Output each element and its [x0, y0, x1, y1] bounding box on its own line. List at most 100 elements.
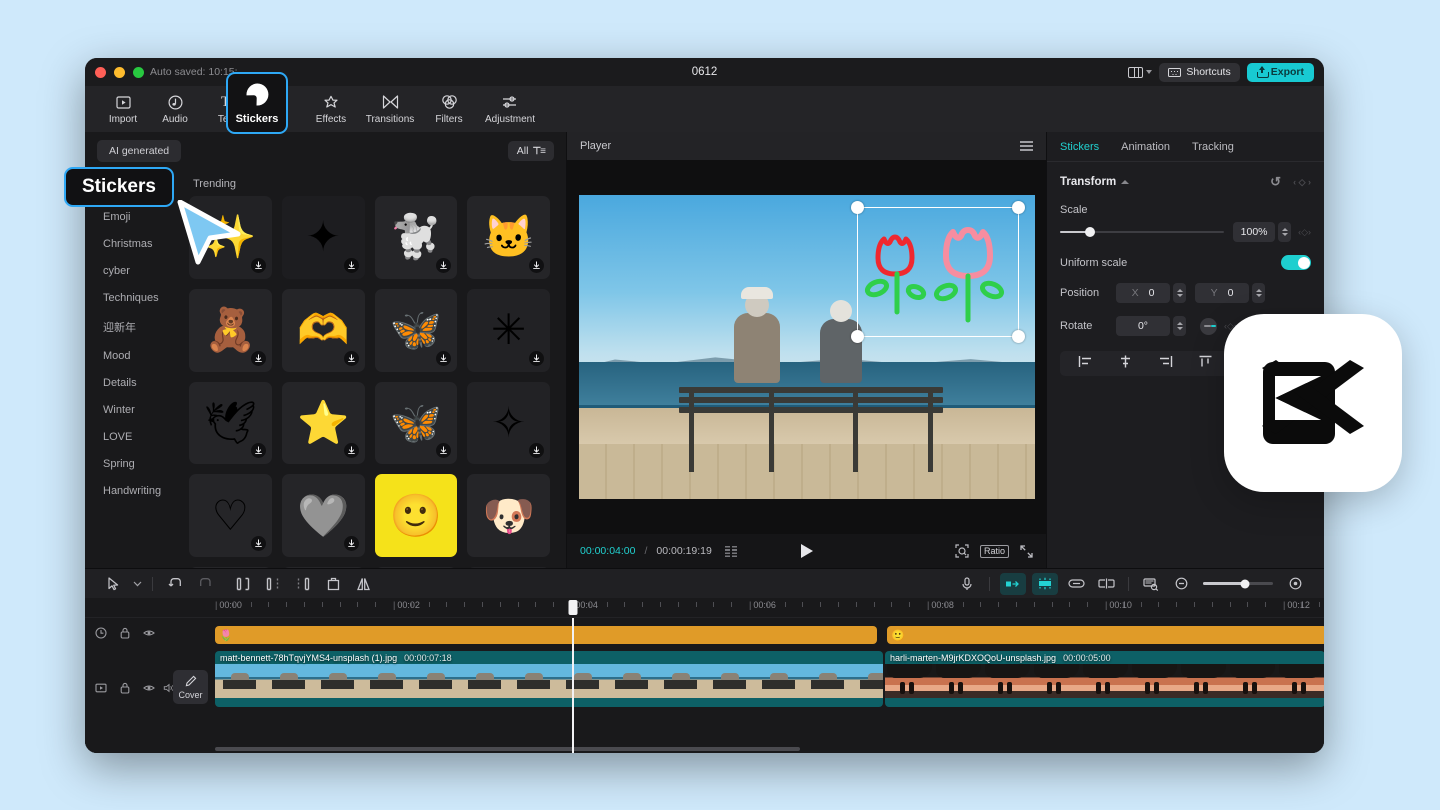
trim-right-icon[interactable]: [288, 573, 318, 595]
sticker-clip-smiley[interactable]: 🙂: [887, 626, 1324, 644]
video-track-icon[interactable]: [95, 681, 107, 699]
download-icon[interactable]: [344, 443, 359, 458]
download-icon[interactable]: [344, 536, 359, 551]
lock-icon-2[interactable]: [119, 681, 131, 699]
maximize-window-button[interactable]: [133, 67, 144, 78]
timeline-track-area[interactable]: 🌷 🙂 matt-bennett-78hTqvjYMS4-unsplash (1…: [215, 618, 1324, 753]
tab-stickers[interactable]: Stickers: [226, 72, 288, 134]
resize-handle-top-left[interactable]: [851, 201, 864, 214]
uniform-scale-toggle[interactable]: [1281, 255, 1311, 270]
scale-slider[interactable]: [1060, 231, 1224, 234]
scale-stepper[interactable]: [1278, 222, 1291, 242]
sticker-item-heart-hands[interactable]: 🫶: [282, 289, 365, 372]
resize-handle-bottom-left[interactable]: [851, 330, 864, 343]
category-new-year-cn[interactable]: 迎新年: [85, 311, 173, 342]
sticker-item-crown-emoji[interactable]: 👑: [375, 567, 458, 568]
resize-handle-bottom-right[interactable]: [1012, 330, 1025, 343]
download-icon[interactable]: [529, 443, 544, 458]
transform-header[interactable]: Transform ↺ ‹ ◇ ›: [1060, 174, 1311, 190]
selected-sticker-bounding-box[interactable]: [857, 207, 1019, 337]
eye-icon-2[interactable]: [143, 681, 155, 699]
align-center-horizontal-icon[interactable]: [1118, 355, 1133, 373]
category-details[interactable]: Details: [85, 369, 173, 396]
undo-icon[interactable]: [160, 573, 190, 595]
sticker-item-cream-cat[interactable]: 🐱: [467, 196, 550, 279]
auto-cut-icon[interactable]: [1000, 573, 1026, 595]
sticker-item-yellow-smiley[interactable]: 🙂: [375, 474, 458, 557]
sticker-item-shiba-dog[interactable]: 🐶: [467, 474, 550, 557]
clock-icon[interactable]: [95, 626, 107, 644]
sticker-item-neon-pink-heart[interactable]: ♡: [189, 474, 272, 557]
category-techniques[interactable]: Techniques: [85, 284, 173, 311]
tab-import[interactable]: Import: [97, 87, 149, 131]
download-icon[interactable]: [436, 258, 451, 273]
tab-transitions[interactable]: Transitions: [357, 87, 423, 131]
download-icon[interactable]: [251, 258, 266, 273]
download-icon[interactable]: [436, 443, 451, 458]
category-cyber[interactable]: cyber: [85, 257, 173, 284]
cursor-select-icon[interactable]: [99, 573, 129, 595]
position-x-field[interactable]: X 0: [1116, 283, 1170, 303]
playhead[interactable]: [572, 618, 574, 753]
ratio-button[interactable]: Ratio: [980, 545, 1009, 558]
play-icon[interactable]: [801, 544, 813, 558]
playhead-grip[interactable]: [568, 600, 577, 615]
sticker-item-white-dove[interactable]: 🕊: [189, 382, 272, 465]
category-christmas[interactable]: Christmas: [85, 230, 173, 257]
tab-stickers-inspector[interactable]: Stickers: [1060, 141, 1099, 153]
layout-switch-button[interactable]: [1128, 67, 1152, 78]
sticker-item-pink-butterfly[interactable]: 🦋: [375, 289, 458, 372]
keyframe-nav[interactable]: ‹ ◇ ›: [1293, 177, 1311, 188]
tab-adjustment[interactable]: Adjustment: [475, 87, 545, 131]
timeline-zoom-slider[interactable]: [1203, 582, 1273, 585]
position-x-stepper[interactable]: [1173, 283, 1186, 303]
minimize-window-button[interactable]: [114, 67, 125, 78]
timeline-ruler[interactable]: 00:00 00:02 00:04 00:06 00:08 00:10 00:1…: [85, 598, 1324, 618]
sticker-item-pink-tulip-doodle[interactable]: 🌷: [189, 567, 272, 568]
unlink-icon[interactable]: [1091, 573, 1121, 595]
position-y-stepper[interactable]: [1252, 283, 1265, 303]
zoom-in-icon[interactable]: [1280, 573, 1310, 595]
sticker-item-ahhh-cat[interactable]: 🐈: [282, 567, 365, 568]
sticker-item-blue-butterfly[interactable]: 🦋: [375, 382, 458, 465]
download-icon[interactable]: [436, 351, 451, 366]
align-right-icon[interactable]: [1158, 355, 1173, 373]
chevron-down-icon[interactable]: [129, 573, 145, 595]
shortcuts-button[interactable]: Shortcuts: [1159, 63, 1239, 82]
delete-trash-icon[interactable]: [318, 573, 348, 595]
rotate-dial[interactable]: [1200, 318, 1217, 335]
scale-value[interactable]: 100%: [1233, 222, 1275, 242]
rotate-stepper[interactable]: [1173, 316, 1186, 336]
zoom-fit-icon[interactable]: [955, 544, 969, 558]
sticker-item-yellow-star-doodle[interactable]: ⭐: [282, 382, 365, 465]
link-icon[interactable]: [1061, 573, 1091, 595]
sticker-item-yellow-sparkles[interactable]: ✳: [467, 289, 550, 372]
sticker-item-grey-heart-arc[interactable]: 🩶: [282, 474, 365, 557]
snap-magnet-icon[interactable]: [1136, 573, 1166, 595]
sticker-item-pink-bear-astronaut[interactable]: 🧸: [189, 289, 272, 372]
align-top-icon[interactable]: [1198, 355, 1213, 373]
keyframe-icon[interactable]: [1032, 573, 1058, 595]
align-left-icon[interactable]: [1078, 355, 1093, 373]
mirror-flip-icon[interactable]: [348, 573, 378, 595]
download-icon[interactable]: [344, 351, 359, 366]
player-stage[interactable]: [567, 160, 1046, 534]
resize-handle-top-right[interactable]: [1012, 201, 1025, 214]
lock-icon[interactable]: [119, 626, 131, 644]
download-icon[interactable]: [251, 443, 266, 458]
download-icon[interactable]: [251, 351, 266, 366]
trim-left-icon[interactable]: [258, 573, 288, 595]
sticker-item-white-poodle[interactable]: 🐩: [375, 196, 458, 279]
category-emoji[interactable]: Emoji: [85, 203, 173, 230]
zoom-out-icon[interactable]: [1166, 573, 1196, 595]
tab-effects[interactable]: Effects: [305, 87, 357, 131]
eye-icon[interactable]: [143, 626, 155, 644]
sticker-item-lens-flare-star[interactable]: ✦: [282, 196, 365, 279]
category-handwriting[interactable]: Handwriting: [85, 477, 173, 504]
position-y-field[interactable]: Y 0: [1195, 283, 1249, 303]
tab-animation[interactable]: Animation: [1121, 141, 1170, 153]
category-mood[interactable]: Mood: [85, 342, 173, 369]
ai-generated-button[interactable]: AI generated: [97, 140, 181, 162]
all-filter-button[interactable]: All ⊤≡: [508, 141, 554, 161]
window-controls[interactable]: [95, 67, 144, 78]
